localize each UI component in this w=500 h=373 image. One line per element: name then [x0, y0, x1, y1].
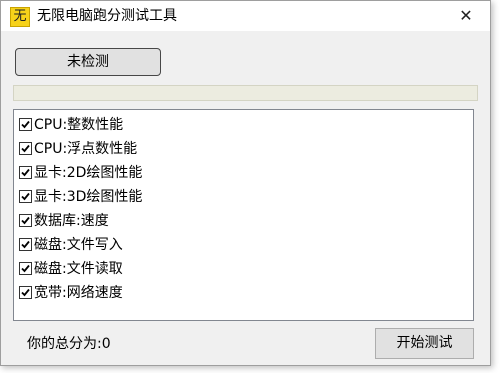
- test-item-label: 磁盘:文件写入: [34, 237, 123, 253]
- checkmark-icon: [21, 216, 30, 225]
- checkbox[interactable]: [19, 118, 32, 131]
- checkmark-icon: [21, 168, 30, 177]
- checkmark-icon: [21, 144, 30, 153]
- checkbox[interactable]: [19, 190, 32, 203]
- test-item[interactable]: 数据库:速度: [19, 210, 319, 232]
- test-item[interactable]: 磁盘:文件写入: [19, 234, 319, 256]
- checkmark-icon: [21, 288, 30, 297]
- test-checklist: CPU:整数性能 CPU:浮点数性能 显卡:2D绘图性能 显卡:3D绘图性能 数据库:速…: [13, 109, 474, 321]
- checkmark-icon: [21, 240, 30, 249]
- test-item[interactable]: 宽带:网络速度: [19, 282, 319, 304]
- checkmark-icon: [21, 192, 30, 201]
- checkmark-icon: [21, 264, 30, 273]
- checkbox[interactable]: [19, 286, 32, 299]
- progress-bar: [13, 85, 478, 101]
- test-item[interactable]: 磁盘:文件读取: [19, 258, 319, 280]
- checkbox[interactable]: [19, 142, 32, 155]
- test-item[interactable]: CPU:浮点数性能: [19, 138, 319, 160]
- checkbox[interactable]: [19, 166, 32, 179]
- test-item-label: CPU:整数性能: [34, 117, 124, 133]
- checkbox[interactable]: [19, 214, 32, 227]
- app-window: 无 无限电脑跑分测试工具 ✕ 未检测 CPU:整数性能 CPU:浮点数性能 显卡:2…: [0, 0, 491, 366]
- start-test-button[interactable]: 开始测试: [375, 328, 474, 359]
- test-item-label: 数据库:速度: [34, 213, 109, 229]
- checkbox[interactable]: [19, 262, 32, 275]
- checkmark-icon: [21, 120, 30, 129]
- checkbox[interactable]: [19, 238, 32, 251]
- test-item-label: 宽带:网络速度: [34, 285, 123, 301]
- test-item[interactable]: 显卡:3D绘图性能: [19, 186, 319, 208]
- test-item[interactable]: 显卡:2D绘图性能: [19, 162, 319, 184]
- test-item-label: 显卡:3D绘图性能: [34, 189, 143, 205]
- status-button[interactable]: 未检测: [15, 48, 161, 76]
- test-item-label: CPU:浮点数性能: [34, 141, 138, 157]
- test-item-label: 磁盘:文件读取: [34, 261, 123, 277]
- app-icon: 无: [10, 7, 30, 27]
- test-item[interactable]: CPU:整数性能: [19, 114, 319, 136]
- close-icon[interactable]: ✕: [443, 1, 489, 31]
- title-bar[interactable]: 无 无限电脑跑分测试工具 ✕: [1, 1, 490, 31]
- test-item-label: 显卡:2D绘图性能: [34, 165, 143, 181]
- window-title: 无限电脑跑分测试工具: [37, 8, 177, 24]
- total-score-label: 你的总分为:0: [27, 336, 111, 352]
